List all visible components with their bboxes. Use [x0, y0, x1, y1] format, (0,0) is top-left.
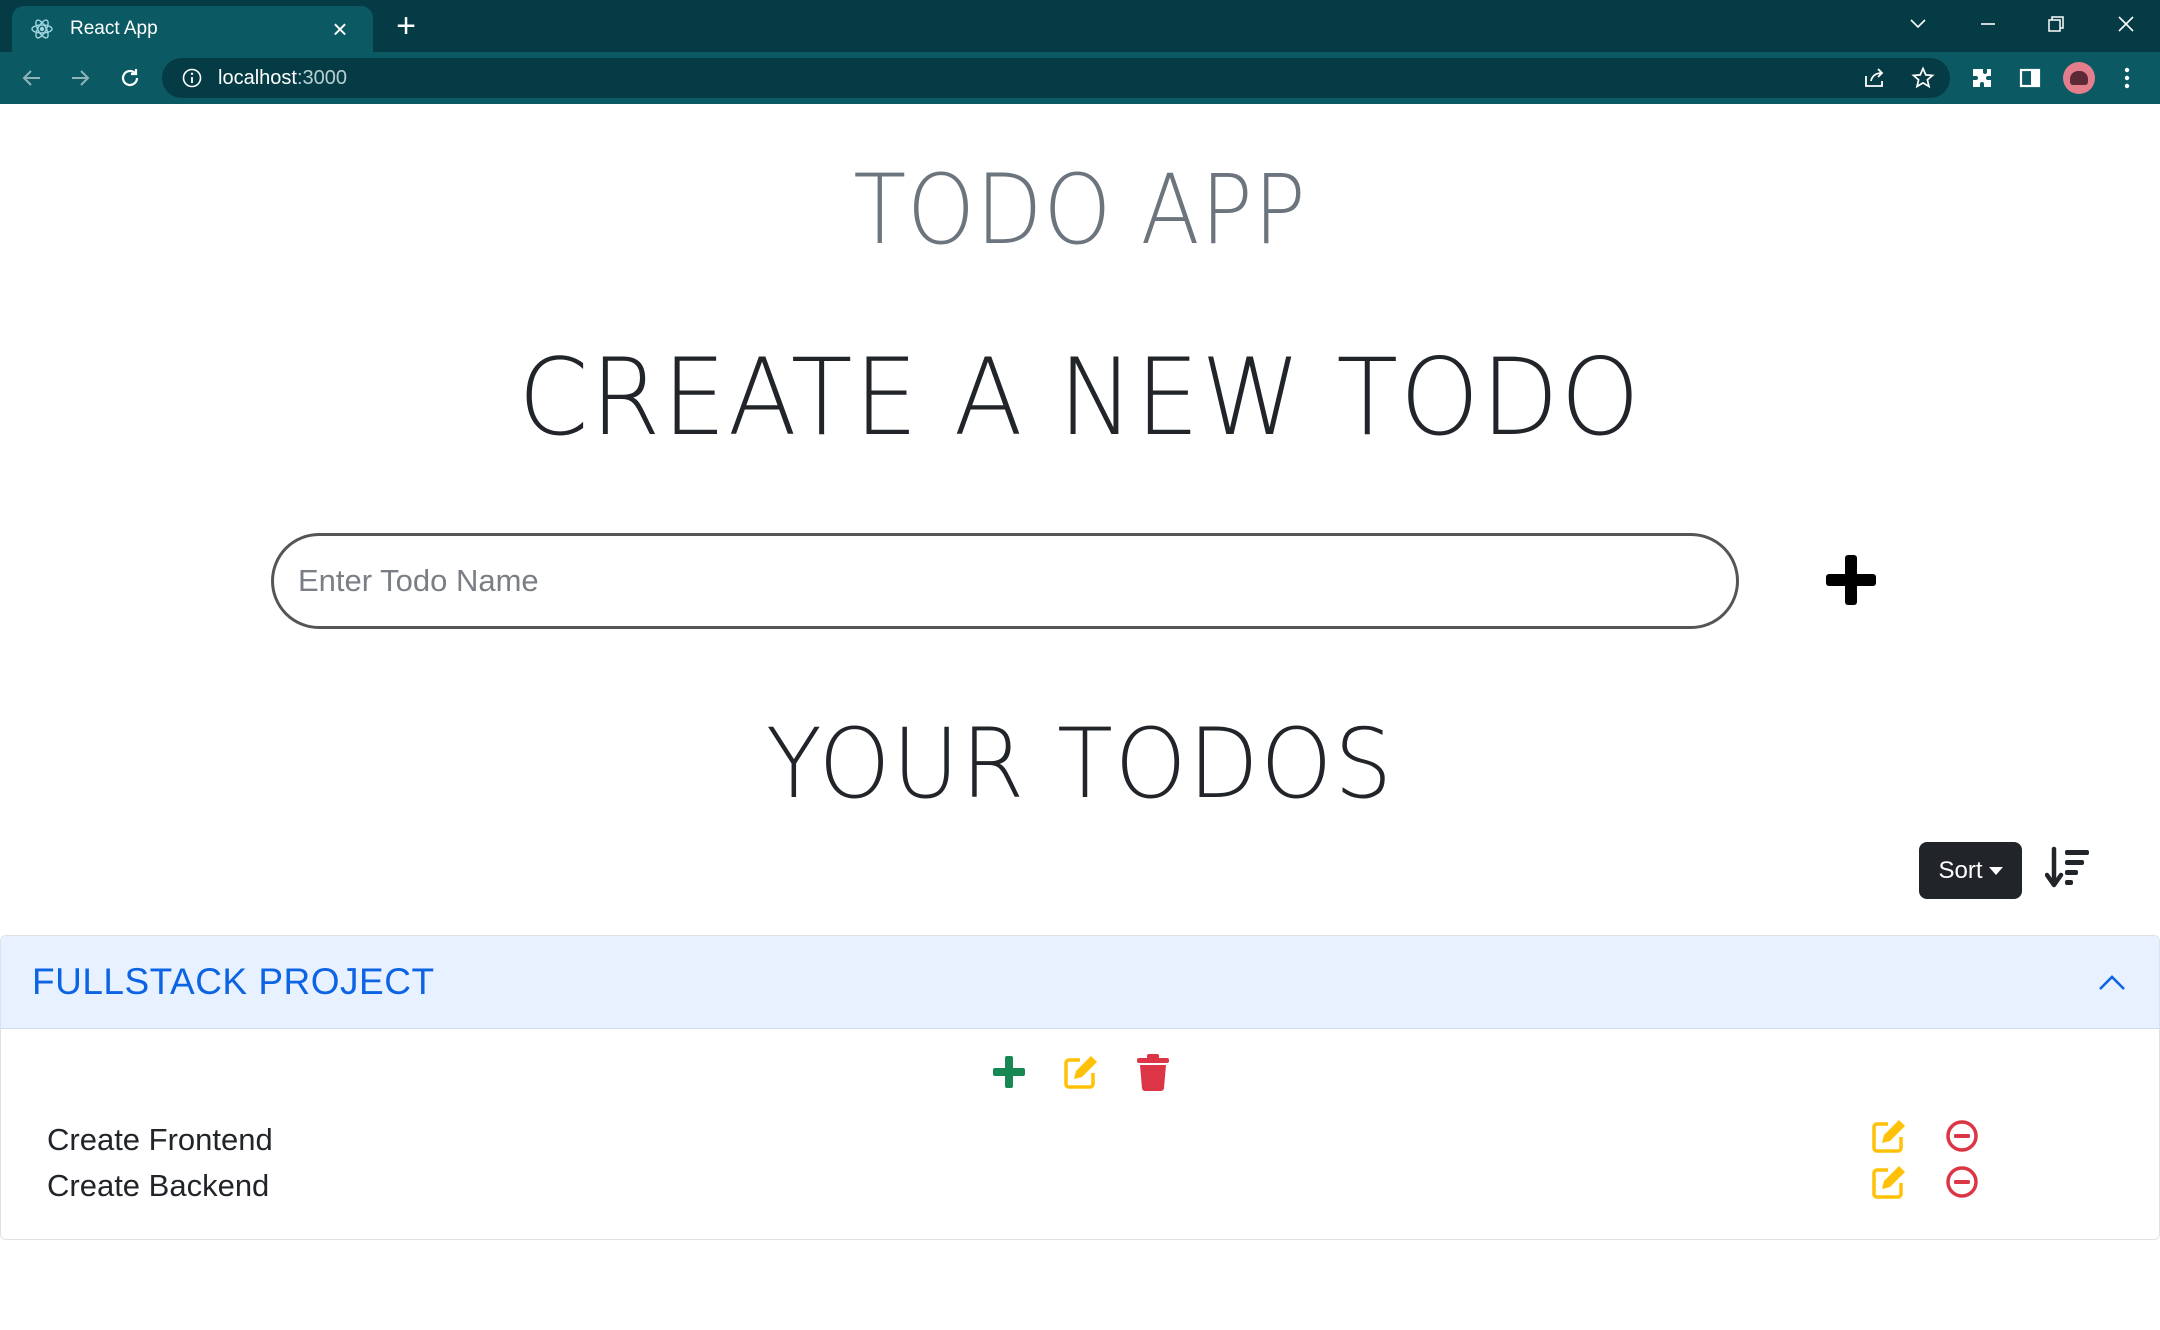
tab-title: React App [70, 18, 158, 39]
sort-order-button[interactable] [2042, 844, 2094, 896]
remove-todo-button[interactable] [1942, 1118, 1982, 1158]
chevron-up-icon[interactable] [2095, 966, 2129, 1000]
site-info-icon[interactable] [180, 66, 204, 90]
new-tab-button[interactable]: + [388, 9, 424, 45]
menu-kebab-icon[interactable] [2109, 60, 2145, 96]
back-icon[interactable] [14, 60, 50, 96]
tab-close-icon[interactable]: × [325, 14, 355, 44]
reload-icon[interactable] [112, 60, 148, 96]
todo-group-accordion: FULLSTACK PROJECT Create Frontend Create… [0, 935, 2160, 1240]
edit-icon [1062, 1053, 1100, 1096]
edit-group-button[interactable] [1059, 1052, 1103, 1096]
profile-avatar[interactable] [2061, 60, 2097, 96]
todo-item: Create Frontend [1, 1118, 2159, 1162]
url-host: localhost [218, 66, 297, 89]
minus-circle-icon [1945, 1165, 1979, 1204]
address-url: localhost:3000 [218, 67, 347, 90]
accordion-header[interactable]: FULLSTACK PROJECT [1, 936, 2159, 1029]
edit-todo-button[interactable] [1869, 1118, 1909, 1158]
share-icon[interactable] [1854, 58, 1894, 98]
caret-down-icon [1988, 866, 2003, 875]
delete-group-button[interactable] [1131, 1052, 1175, 1096]
add-todo-button[interactable] [1822, 553, 1880, 611]
minus-circle-icon [1945, 1119, 1979, 1158]
browser-tab[interactable]: React App × [12, 6, 373, 52]
close-window-icon[interactable] [2096, 4, 2156, 44]
forward-icon[interactable] [62, 60, 98, 96]
todo-text: Create Backend [47, 1168, 270, 1203]
app-title: TODO APP [853, 154, 1307, 266]
browser-tab-bar: React App × + [0, 0, 2160, 52]
tab-search-icon[interactable] [1888, 4, 1948, 44]
react-icon [30, 17, 54, 41]
edit-todo-button[interactable] [1869, 1164, 1909, 1204]
group-title: FULLSTACK PROJECT [32, 961, 435, 1002]
remove-todo-button[interactable] [1942, 1164, 1982, 1204]
sort-label: Sort [1938, 856, 1983, 884]
plus-icon [1824, 553, 1878, 612]
url-port: :3000 [296, 66, 347, 89]
restore-icon[interactable] [2026, 4, 2086, 44]
sort-dropdown-button[interactable]: Sort [1919, 842, 2022, 899]
bookmark-star-icon[interactable] [1903, 58, 1943, 98]
extensions-icon[interactable] [1964, 60, 2000, 96]
sort-descending-icon [2044, 845, 2091, 896]
avatar [2063, 62, 2095, 94]
group-actions [1, 1052, 2159, 1098]
edit-icon [1870, 1163, 1908, 1206]
address-bar[interactable]: localhost:3000 [162, 58, 1950, 98]
minimize-icon[interactable] [1958, 4, 2018, 44]
todo-text: Create Frontend [47, 1122, 273, 1157]
side-panel-icon[interactable] [2012, 60, 2048, 96]
create-todo-heading: CREATE A NEW TODO [518, 336, 1642, 459]
your-todos-heading: YOUR TODOS [765, 708, 1395, 820]
todo-name-input[interactable] [271, 533, 1739, 629]
browser-toolbar: localhost:3000 [0, 52, 2160, 104]
plus-icon [992, 1055, 1026, 1094]
add-subtodo-button[interactable] [987, 1052, 1031, 1096]
trash-icon [1136, 1053, 1170, 1096]
edit-icon [1870, 1117, 1908, 1160]
app-page: TODO APP CREATE A NEW TODO YOUR TODOS So… [0, 106, 2160, 1330]
todo-item: Create Backend [1, 1164, 2159, 1208]
